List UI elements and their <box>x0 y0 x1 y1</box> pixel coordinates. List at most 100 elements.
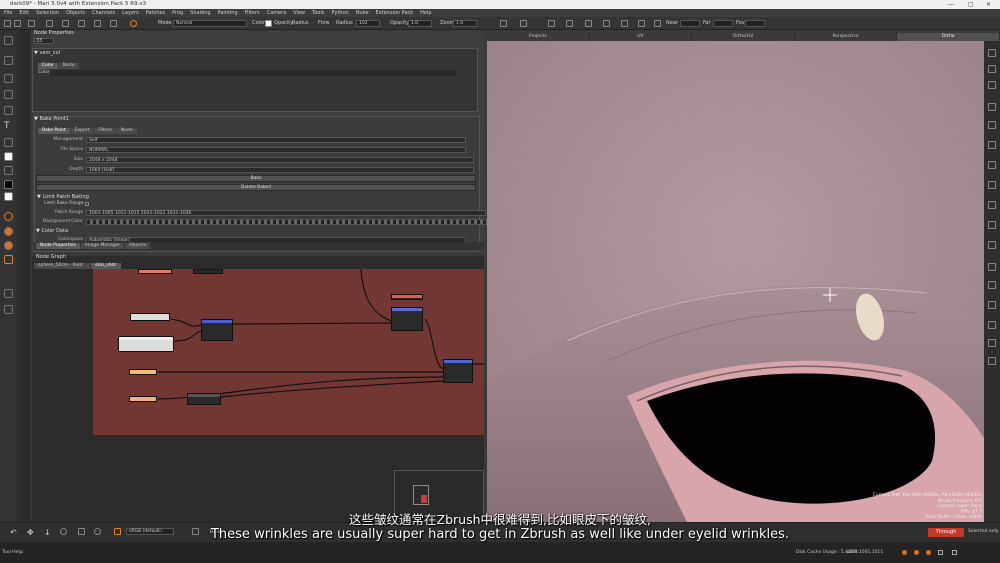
foreground-color-swatch[interactable] <box>4 152 13 161</box>
node-count-field[interactable]: 33 <box>34 38 54 44</box>
tab-node[interactable]: Node <box>116 128 137 134</box>
flow-label[interactable]: Flow <box>318 17 329 30</box>
tab-ortho-uv[interactable]: Ortho/UV <box>692 33 795 41</box>
tab-objects[interactable]: Objects <box>125 243 151 249</box>
transform-tool-icon[interactable] <box>4 56 13 65</box>
limit-bake-range-checkbox[interactable] <box>85 202 89 206</box>
menu-python[interactable]: Python <box>331 9 348 17</box>
node-graph-canvas[interactable] <box>93 269 484 435</box>
transform-icon[interactable] <box>62 20 69 27</box>
text-tool-icon[interactable]: T <box>4 122 13 131</box>
patch-range-field[interactable]: 1001-1005 1011-1015 1021-1022 1031-1036 <box>86 209 486 216</box>
zoom-field[interactable]: 1.0 <box>453 20 477 27</box>
menu-shading[interactable]: Shading <box>190 9 210 17</box>
tab-node[interactable]: Node <box>58 63 79 69</box>
tab-perspective[interactable]: Perspective <box>795 33 898 41</box>
gear-icon[interactable] <box>110 20 117 27</box>
tab-bake-point[interactable]: Bake Point <box>38 128 70 134</box>
graph-node[interactable] <box>201 319 233 341</box>
marquee-tool-icon[interactable] <box>4 106 13 115</box>
minimize-icon[interactable]: — <box>948 0 954 9</box>
shelf-icon-4[interactable] <box>988 103 996 111</box>
graph-node[interactable] <box>129 396 157 402</box>
menu-filters[interactable]: Filters <box>245 9 260 17</box>
tab-root[interactable]: sphere_50cm - Root <box>34 263 90 269</box>
menu-painting[interactable]: Painting <box>218 9 238 17</box>
shelf-icon-16[interactable] <box>988 339 996 347</box>
tab-uv[interactable]: UV <box>590 33 693 41</box>
graph-node[interactable] <box>130 313 170 321</box>
background-color-swatch[interactable] <box>4 180 13 189</box>
paint-through-icon[interactable] <box>130 20 137 27</box>
tab-node-properties[interactable]: Node Properties <box>36 243 80 249</box>
close-icon[interactable]: ✕ <box>986 0 991 9</box>
graph-node[interactable] <box>193 269 223 274</box>
color-swatch[interactable] <box>265 20 272 27</box>
shelf-icon-9[interactable] <box>988 201 996 209</box>
shelf-icon-7[interactable] <box>988 161 996 169</box>
menu-file[interactable]: File <box>4 9 12 17</box>
paint-tool-icon[interactable] <box>4 138 13 147</box>
shelf-icon-15[interactable] <box>988 321 996 329</box>
tab-filters[interactable]: Filters <box>94 128 116 134</box>
shelf-icon-14[interactable] <box>988 301 996 309</box>
box-icon[interactable] <box>621 20 628 27</box>
delete-baked-button[interactable]: Delete Baked <box>36 184 476 191</box>
camera-tool-icon[interactable] <box>4 90 13 99</box>
grid-icon[interactable] <box>78 20 85 27</box>
bake-icon[interactable] <box>4 227 13 236</box>
plane-icon[interactable] <box>638 20 645 27</box>
graph-node[interactable] <box>187 393 221 405</box>
light-icon[interactable] <box>654 20 661 27</box>
projection-icon[interactable] <box>4 212 13 221</box>
brush-icon[interactable] <box>94 20 101 27</box>
view-icon[interactable] <box>500 20 507 27</box>
menu-selection[interactable]: Selection <box>36 9 59 17</box>
paint-buffer-icon[interactable] <box>4 255 13 264</box>
shelf-icon-1[interactable] <box>988 49 996 57</box>
menu-camera[interactable]: Camera <box>267 9 287 17</box>
limit-patch-header[interactable]: ▼ Limit Patch Baking <box>37 194 89 201</box>
cursor-icon[interactable] <box>566 20 573 27</box>
graph-node[interactable] <box>118 336 174 352</box>
radius-label[interactable]: Radius <box>292 17 309 30</box>
menu-objects[interactable]: Objects <box>66 9 85 17</box>
radius-field[interactable]: 102 <box>356 20 380 27</box>
graph-node[interactable] <box>129 369 157 375</box>
file-space-select[interactable]: NORMAL <box>86 146 466 153</box>
save-icon[interactable] <box>28 20 35 27</box>
graph-node[interactable] <box>391 307 423 331</box>
open-icon[interactable] <box>14 20 21 27</box>
menu-layers[interactable]: Layers <box>122 9 139 17</box>
opacity-label[interactable]: Opacity <box>274 17 293 30</box>
shelf-icon-2[interactable] <box>988 65 996 73</box>
new-icon[interactable] <box>4 20 11 27</box>
mode-select[interactable]: Normal <box>173 20 247 27</box>
shelf-icon-13[interactable] <box>988 281 996 289</box>
depth-select[interactable]: 16bit (Half) <box>86 166 474 173</box>
bake-button[interactable]: Bake <box>36 175 476 182</box>
shading-icon[interactable] <box>548 20 555 27</box>
swap-color-icon[interactable] <box>4 192 13 201</box>
layout-icon[interactable] <box>4 305 13 314</box>
tab-image-manager[interactable]: Image Manager <box>80 243 125 249</box>
graph-node[interactable] <box>391 294 423 300</box>
shelf-icon-8[interactable] <box>988 181 996 189</box>
clear-icon[interactable] <box>4 241 13 250</box>
management-select[interactable]: Self <box>86 136 466 143</box>
menu-patches[interactable]: Patches <box>146 9 165 17</box>
eraser-tool-icon[interactable] <box>4 166 13 175</box>
fov-field[interactable] <box>745 20 765 27</box>
menu-tools[interactable]: Tools <box>312 9 324 17</box>
graph-node[interactable] <box>138 269 172 274</box>
far-field[interactable] <box>713 20 733 27</box>
lasso-tool-icon[interactable] <box>4 74 13 83</box>
tab-ortho[interactable]: Ortho <box>897 33 1000 41</box>
graph-node[interactable] <box>443 359 473 383</box>
maximize-icon[interactable]: □ <box>968 0 974 9</box>
grid-view-icon[interactable] <box>603 20 610 27</box>
frame-icon[interactable] <box>585 20 592 27</box>
menu-extension-pack[interactable]: Extension Pack <box>376 9 414 17</box>
shelf-icon-10[interactable] <box>988 221 996 229</box>
menu-prog[interactable]: Prog <box>172 9 183 17</box>
